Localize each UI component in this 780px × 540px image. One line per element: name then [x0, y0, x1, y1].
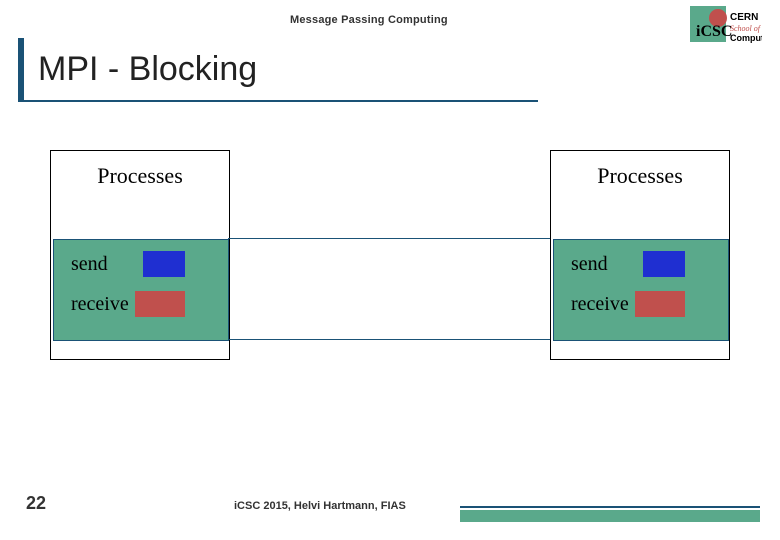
slide-number: 22	[26, 493, 46, 514]
footer-accent-line	[460, 506, 760, 508]
logo-tagline-b: Computing	[730, 33, 762, 43]
title-wrap: MPI - Blocking	[18, 38, 257, 100]
logo-tagline-a: School of	[730, 24, 762, 33]
swatch-red-right	[635, 291, 685, 317]
connector	[228, 238, 552, 340]
op-receive-right-text: receive	[571, 293, 629, 316]
slide: Message Passing Computing iCSC CERN Scho…	[0, 0, 780, 540]
logo: iCSC CERN School of Computing	[690, 6, 762, 60]
page-title: MPI - Blocking	[38, 50, 257, 89]
footer-accent-bar	[460, 510, 760, 522]
swatch-blue-left	[143, 251, 185, 277]
logo-initials: iCSC	[696, 23, 732, 40]
process-label-left: Processes	[51, 163, 229, 189]
op-send-left-text: send	[71, 253, 108, 276]
footer-attribution: iCSC 2015, Helvi Hartmann, FIAS	[234, 500, 406, 512]
header-subject: Message Passing Computing	[290, 14, 448, 26]
op-receive-left-text: receive	[71, 293, 129, 316]
op-receive-left: receive	[65, 291, 185, 317]
diagram: Processes send receive Processes send re…	[50, 150, 730, 360]
process-box-left: Processes send receive	[50, 150, 230, 360]
swatch-blue-right	[643, 251, 685, 277]
op-send-right-text: send	[571, 253, 608, 276]
logo-org: CERN	[730, 12, 758, 23]
op-send-right: send	[565, 251, 685, 277]
process-label-right: Processes	[551, 163, 729, 189]
process-box-right: Processes send receive	[550, 150, 730, 360]
swatch-red-left	[135, 291, 185, 317]
op-receive-right: receive	[565, 291, 685, 317]
title-underline	[18, 100, 538, 102]
op-send-left: send	[65, 251, 185, 277]
